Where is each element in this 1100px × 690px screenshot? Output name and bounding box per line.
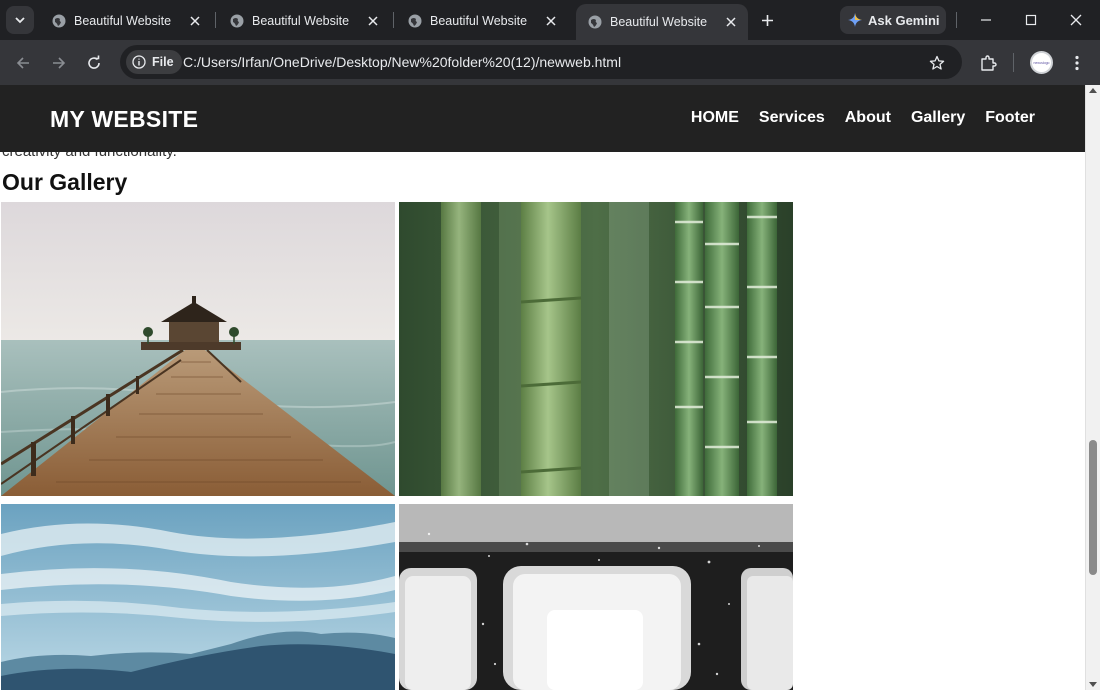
globe-icon: [408, 14, 422, 28]
gallery-image-pier: [1, 202, 395, 496]
tab-title: Beautiful Website: [74, 14, 172, 28]
globe-icon: [52, 14, 66, 28]
close-tab-icon[interactable]: [722, 13, 740, 31]
site-info-chip[interactable]: File: [126, 50, 182, 74]
reload-button[interactable]: [81, 50, 107, 76]
more-vertical-icon: [1075, 55, 1079, 71]
tab-title: Beautiful Website: [430, 14, 528, 28]
site-header: MY WEBSITE HOME Services About Gallery F…: [0, 85, 1085, 152]
scroll-down-arrow[interactable]: [1089, 682, 1097, 687]
nav-link-gallery[interactable]: Gallery: [911, 109, 965, 127]
profile-avatar[interactable]: nexuslogo: [1030, 51, 1053, 74]
tab-separator: [393, 12, 394, 28]
avatar-logo-text: nexuslogo: [1033, 60, 1050, 65]
site-nav: HOME Services About Gallery Footer: [691, 109, 1035, 127]
back-button[interactable]: [10, 50, 36, 76]
nav-link-services[interactable]: Services: [759, 109, 825, 127]
info-icon: [132, 55, 146, 69]
browser-tab-4-active[interactable]: Beautiful Website: [576, 4, 748, 40]
file-chip-label: File: [152, 55, 174, 69]
browser-tab-3[interactable]: Beautiful Website: [396, 6, 568, 36]
extensions-button[interactable]: [975, 50, 1001, 76]
close-tab-icon[interactable]: [364, 12, 382, 30]
page-viewport: creativity and functionality. MY WEBSITE…: [0, 85, 1085, 690]
gallery-title: Our Gallery: [2, 169, 128, 195]
arrow-right-icon: [53, 57, 66, 69]
tab-search-button[interactable]: [6, 6, 34, 34]
gallery-image-mountains: [1, 504, 395, 690]
puzzle-icon: [981, 55, 997, 71]
minimize-icon: [981, 19, 991, 21]
maximize-icon: [1025, 14, 1037, 26]
close-tab-icon[interactable]: [186, 12, 204, 30]
url-text[interactable]: C:/Users/Irfan/OneDrive/Desktop/New%20fo…: [183, 54, 621, 70]
plus-icon: [761, 14, 773, 26]
scroll-up-arrow[interactable]: [1089, 88, 1097, 93]
bookmark-button[interactable]: [926, 52, 948, 74]
tab-title: Beautiful Website: [252, 14, 350, 28]
globe-icon: [230, 14, 244, 28]
arrow-left-icon: [16, 57, 29, 69]
nav-link-footer[interactable]: Footer: [985, 109, 1035, 127]
close-tab-icon[interactable]: [542, 12, 560, 30]
browser-tab-2[interactable]: Beautiful Website: [218, 6, 390, 36]
toolbar-separator: [1013, 53, 1014, 72]
close-window-button[interactable]: [1061, 5, 1091, 35]
browser-tab-1[interactable]: Beautiful Website: [40, 6, 212, 36]
tab-separator: [215, 12, 216, 28]
nav-link-home[interactable]: HOME: [691, 109, 739, 127]
minimize-button[interactable]: [971, 5, 1001, 35]
ask-gemini-label: Ask Gemini: [868, 12, 940, 28]
gallery-image-bamboo: [399, 202, 793, 496]
gallery-image-train: [399, 504, 793, 690]
menu-button[interactable]: [1064, 50, 1090, 76]
page-scrollbar[interactable]: [1085, 85, 1100, 690]
browser-toolbar: File C:/Users/Irfan/OneDrive/Desktop/New…: [0, 40, 1100, 85]
new-tab-button[interactable]: [756, 9, 778, 31]
address-bar[interactable]: File C:/Users/Irfan/OneDrive/Desktop/New…: [120, 45, 962, 79]
ask-gemini-button[interactable]: Ask Gemini: [840, 6, 946, 34]
globe-icon: [588, 15, 602, 29]
forward-button[interactable]: [46, 50, 72, 76]
maximize-button[interactable]: [1016, 5, 1046, 35]
close-icon: [1070, 14, 1082, 26]
reload-icon: [88, 55, 100, 69]
tab-strip: Beautiful Website Beautiful Website Beau…: [0, 0, 1100, 40]
nav-link-about[interactable]: About: [845, 109, 891, 127]
gemini-sparkle-icon: [848, 13, 862, 27]
toolbar-separator: [956, 12, 957, 28]
star-icon: [929, 55, 945, 70]
scroll-thumb[interactable]: [1089, 440, 1097, 575]
chevron-down-icon: [15, 17, 25, 24]
site-logo[interactable]: MY WEBSITE: [50, 106, 198, 133]
tab-title: Beautiful Website: [610, 15, 708, 29]
